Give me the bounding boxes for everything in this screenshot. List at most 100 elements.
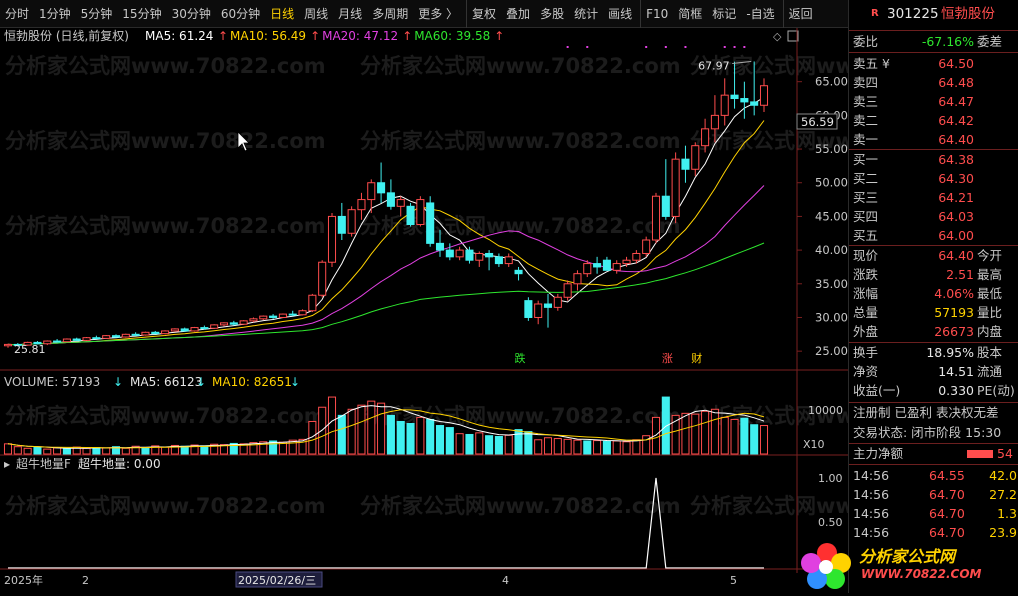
- candle-body: [710, 114, 719, 130]
- candle-body: [730, 94, 739, 100]
- indicator-series-line: [8, 477, 764, 569]
- candle-body: [318, 261, 327, 296]
- toolbar-item-12[interactable]: 叠加: [501, 0, 535, 28]
- candle-body: [327, 215, 337, 263]
- toolbar-item-0[interactable]: 分时: [0, 0, 34, 28]
- volume-bar: [367, 400, 376, 455]
- toolbar-item-4[interactable]: 30分钟: [167, 0, 216, 28]
- row-value: 26673: [934, 324, 974, 339]
- toolbar-item-1[interactable]: 1分钟: [34, 0, 76, 28]
- volume-bar: [200, 445, 209, 455]
- candle-body: [141, 331, 150, 336]
- toolbar-item-17[interactable]: 简框: [673, 0, 707, 28]
- volume-bar: [62, 448, 71, 455]
- candle-body: [543, 303, 553, 308]
- y-tick-label: 25.00: [815, 344, 848, 358]
- tick-price: 64.55: [929, 468, 965, 483]
- quote-panel: R 301225 恒勃股份 委比 -67.16% 委差 卖五 ¥ 64.50 卖四 6…: [801, 0, 1018, 593]
- toolbar-item-19[interactable]: -自选: [741, 0, 779, 28]
- row-label: 涨跌: [853, 267, 879, 282]
- toolbar-item-9[interactable]: 多周期: [367, 0, 413, 28]
- toolbar-item-14[interactable]: 统计: [569, 0, 603, 28]
- indicator-arrow-icon[interactable]: ▸: [4, 457, 10, 471]
- tick-volume: 1.3: [997, 506, 1017, 521]
- signal-dot: [645, 46, 648, 48]
- volume-bar: [445, 427, 454, 455]
- toolbar-item-7[interactable]: 周线: [299, 0, 333, 28]
- candle-body: [416, 199, 425, 226]
- toolbar-item-3[interactable]: 15分钟: [117, 0, 166, 28]
- tick-row: 14:56 64.70 27.2: [849, 486, 1018, 504]
- toolbar-item-11[interactable]: 复权: [466, 0, 501, 28]
- ma-legend-arrow: ↑: [310, 29, 320, 43]
- candle-body: [573, 273, 582, 285]
- y-tick-label: 45.00: [815, 209, 848, 223]
- candle-body: [239, 320, 248, 325]
- toolbar-item-13[interactable]: 多股: [535, 0, 569, 28]
- candle-body: [170, 328, 179, 332]
- candle-body: [514, 269, 523, 275]
- candle-body: [62, 338, 71, 343]
- volume-bar: [33, 446, 42, 455]
- candle-body: [720, 94, 729, 116]
- toolbar-item-20[interactable]: 返回: [782, 0, 818, 28]
- toolbar-item-5[interactable]: 60分钟: [216, 0, 265, 28]
- row-label: 换手: [853, 345, 879, 360]
- row-value: 64.50: [938, 56, 974, 71]
- site-logo: 分析家公式网 WWW.70822.COM: [799, 537, 1018, 593]
- watermark-text: 分析家公式网www.70822.com: [5, 494, 326, 518]
- fin-row: 收益(一) 0.330 PE(动): [849, 382, 1018, 400]
- candle-body: [131, 333, 140, 336]
- toolbar-item-6[interactable]: 日线: [265, 0, 299, 28]
- y-tick-label: 35.00: [815, 277, 848, 291]
- ma-legend-item: MA60: 39.58: [414, 29, 490, 43]
- volume-bar: [612, 440, 621, 455]
- bid-row: 买五 64.00: [849, 227, 1018, 245]
- chart-area[interactable]: 分析家公式网www.70822.com 分析家公式网www.70822.com 分析…: [0, 28, 1011, 593]
- row-value: 64.47: [938, 94, 974, 109]
- volume-ma5: MA5: 66123: [130, 375, 202, 389]
- indicator-tick-2: 0.50: [818, 516, 843, 529]
- tick-volume: 27.2: [989, 487, 1017, 502]
- row-value: 2.51: [946, 267, 974, 282]
- volume-bar: [102, 447, 111, 455]
- ma-legend-arrow: ↑: [218, 29, 228, 43]
- toolbar-item-10[interactable]: 更多 〉: [413, 0, 463, 28]
- price-panel-title: 恒勃股份 (日线,前复权): [4, 28, 129, 43]
- candle-body: [200, 327, 209, 330]
- volume-bar: [632, 439, 641, 455]
- bid-row: 买一 64.38: [849, 151, 1018, 169]
- row-right-label: PE(动): [977, 383, 1015, 398]
- kline-chart-svg[interactable]: 分析家公式网www.70822.com 分析家公式网www.70822.com 分析…: [0, 28, 1011, 593]
- candle-body: [593, 263, 602, 268]
- candle-body: [583, 263, 592, 275]
- signal-dot: [733, 46, 736, 48]
- y-tick-label: 40.00: [815, 243, 848, 257]
- row-label: 买四: [853, 209, 879, 224]
- toolbar-item-8[interactable]: 月线: [333, 0, 367, 28]
- candle-body: [661, 195, 670, 217]
- candle-body: [622, 259, 631, 265]
- stock-code: 301225: [887, 6, 939, 22]
- toolbar-item-15[interactable]: 画线: [603, 0, 637, 28]
- tick-price: 64.70: [929, 506, 965, 521]
- candle-body: [534, 303, 543, 318]
- row-label: 卖三: [853, 94, 879, 109]
- main-flow-row: 主力净额 54: [853, 446, 1013, 461]
- toolbar-item-2[interactable]: 5分钟: [76, 0, 118, 28]
- volume-bar: [416, 416, 425, 455]
- tick-row: 14:56 64.70 1.3: [849, 505, 1018, 523]
- toolbar-item-16[interactable]: F10: [640, 0, 673, 28]
- volume-ma10-arrow: ↓: [290, 375, 300, 389]
- candle-body: [190, 327, 199, 332]
- candle-body: [3, 343, 13, 347]
- diamond-icon[interactable]: ◇: [773, 30, 782, 43]
- row-label: 买三: [853, 190, 879, 205]
- candle-body: [681, 158, 690, 170]
- toolbar-item-18[interactable]: 标记: [707, 0, 741, 28]
- volume-bar: [730, 418, 739, 455]
- row-value: 14.51: [938, 364, 974, 379]
- volume-bar: [406, 423, 415, 455]
- candle-body: [642, 239, 651, 254]
- candle-body: [269, 315, 278, 318]
